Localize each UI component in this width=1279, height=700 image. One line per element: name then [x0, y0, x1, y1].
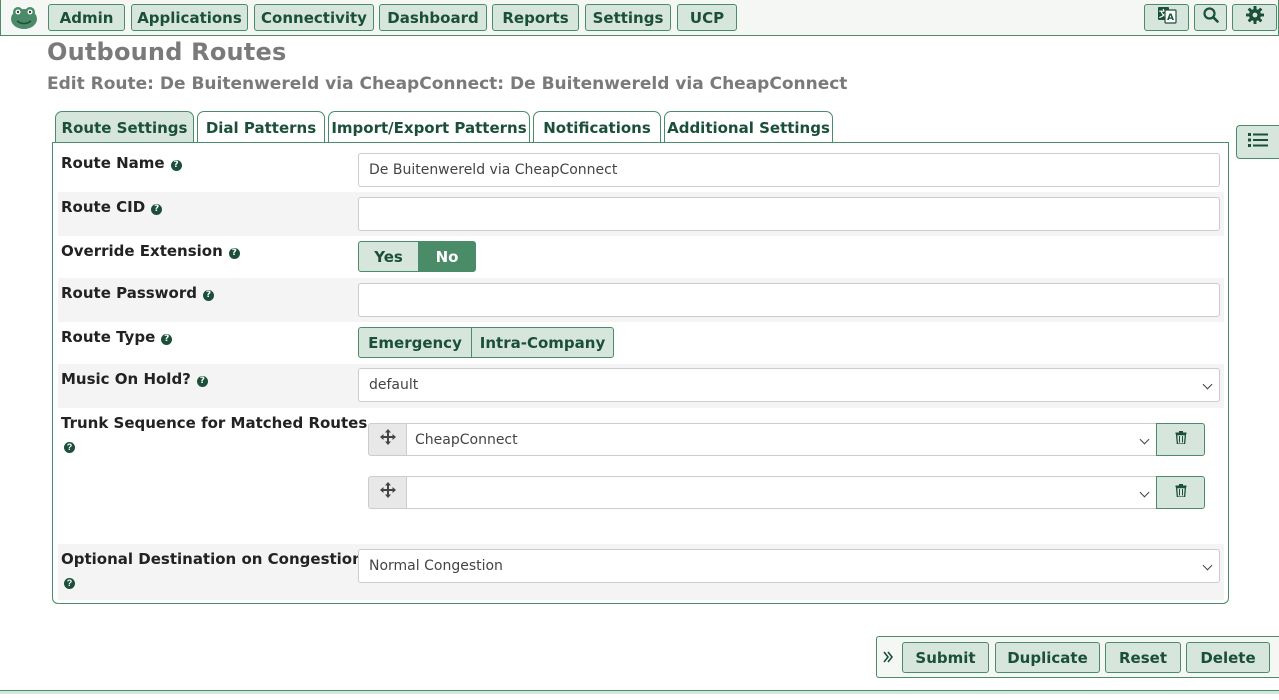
- help-icon[interactable]: ?: [170, 160, 182, 171]
- trunk-select-value: CheapConnect: [415, 431, 518, 448]
- trash-icon: [1175, 430, 1187, 449]
- nav-applications[interactable]: Applications: [131, 4, 248, 31]
- gear-icon: [1245, 6, 1264, 29]
- congestion-label: Optional Destination on Congestion: [61, 550, 363, 568]
- move-icon: [380, 429, 396, 450]
- route-password-input[interactable]: [358, 283, 1220, 317]
- override-extension-row: Override Extension?: [58, 236, 1224, 278]
- trash-icon: [1175, 483, 1187, 502]
- override-extension-label: Override Extension?: [61, 242, 240, 260]
- trunk-sequence-label: Trunk Sequence for Matched Routes: [61, 414, 368, 432]
- drag-handle[interactable]: [368, 476, 407, 509]
- route-name-label: Route Name?: [61, 154, 182, 172]
- route-name-input[interactable]: De Buitenwereld via CheapConnect: [358, 153, 1220, 187]
- route-type-intra-company[interactable]: Intra-Company: [471, 327, 614, 358]
- page-subtitle: Edit Route: De Buitenwereld via CheapCon…: [47, 74, 848, 94]
- congestion-select[interactable]: Normal Congestion: [358, 549, 1220, 583]
- tab-dial-patterns[interactable]: Dial Patterns: [197, 111, 325, 143]
- language-button[interactable]: 文 A: [1144, 4, 1189, 31]
- help-icon[interactable]: ?: [228, 248, 240, 259]
- route-cid-input[interactable]: [358, 197, 1220, 231]
- submit-button[interactable]: Submit: [902, 642, 989, 673]
- chevron-down-icon: [1139, 487, 1150, 497]
- help-icon[interactable]: ?: [151, 204, 163, 215]
- list-icon: [1248, 132, 1268, 153]
- side-menu-toggle[interactable]: [1236, 125, 1279, 159]
- search-button[interactable]: [1194, 4, 1227, 31]
- route-type-emergency[interactable]: Emergency: [358, 327, 472, 358]
- tab-additional-settings[interactable]: Additional Settings: [664, 111, 833, 143]
- trunk-select[interactable]: [406, 476, 1157, 509]
- double-chevron-right-icon[interactable]: [883, 650, 894, 669]
- route-password-label: Route Password?: [61, 284, 214, 302]
- tab-notifications[interactable]: Notifications: [533, 111, 661, 143]
- nav-connectivity[interactable]: Connectivity: [254, 4, 374, 31]
- help-icon[interactable]: ?: [64, 442, 75, 453]
- trunk-select[interactable]: CheapConnect: [406, 423, 1157, 456]
- svg-text:A: A: [1167, 13, 1174, 23]
- help-icon[interactable]: ?: [161, 334, 173, 345]
- logo-icon[interactable]: [9, 5, 39, 30]
- music-on-hold-value: default: [369, 377, 419, 393]
- music-on-hold-select[interactable]: default: [358, 368, 1220, 402]
- chevron-down-icon: [1202, 379, 1213, 390]
- music-on-hold-label: Music On Hold??: [61, 370, 208, 388]
- delete-trunk-button[interactable]: [1156, 423, 1205, 456]
- override-extension-yes[interactable]: Yes: [358, 241, 419, 272]
- nav-reports[interactable]: Reports: [492, 4, 579, 31]
- top-navbar: Admin Applications Connectivity Dashboar…: [0, 0, 1279, 36]
- tab-route-settings[interactable]: Route Settings: [55, 111, 194, 144]
- move-icon: [380, 482, 396, 503]
- nav-admin[interactable]: Admin: [48, 4, 125, 31]
- page-title: Outbound Routes: [47, 38, 287, 66]
- override-extension-no[interactable]: No: [418, 241, 476, 272]
- route-type-label: Route Type?: [61, 328, 173, 346]
- reset-button[interactable]: Reset: [1105, 642, 1181, 673]
- drag-handle[interactable]: [368, 423, 407, 456]
- delete-button[interactable]: Delete: [1186, 642, 1270, 673]
- route-cid-label: Route CID?: [61, 198, 163, 216]
- congestion-value: Normal Congestion: [369, 558, 503, 574]
- settings-button[interactable]: [1232, 4, 1277, 31]
- help-icon[interactable]: ?: [64, 578, 75, 589]
- route-type-row: Route Type?: [58, 322, 1224, 364]
- translate-icon: 文 A: [1157, 6, 1177, 29]
- search-icon: [1202, 7, 1219, 28]
- duplicate-button[interactable]: Duplicate: [995, 642, 1100, 673]
- chevron-down-icon: [1202, 560, 1213, 571]
- footer-divider: [0, 690, 1279, 694]
- nav-dashboard[interactable]: Dashboard: [379, 4, 487, 31]
- help-icon[interactable]: ?: [202, 290, 214, 301]
- help-icon[interactable]: ?: [196, 376, 208, 387]
- nav-ucp[interactable]: UCP: [677, 4, 737, 31]
- chevron-down-icon: [1139, 434, 1150, 444]
- tab-import-export-patterns[interactable]: Import/Export Patterns: [328, 111, 530, 143]
- delete-trunk-button[interactable]: [1156, 476, 1205, 509]
- action-bar: Submit Duplicate Reset Delete: [876, 636, 1279, 678]
- nav-settings[interactable]: Settings: [585, 4, 671, 31]
